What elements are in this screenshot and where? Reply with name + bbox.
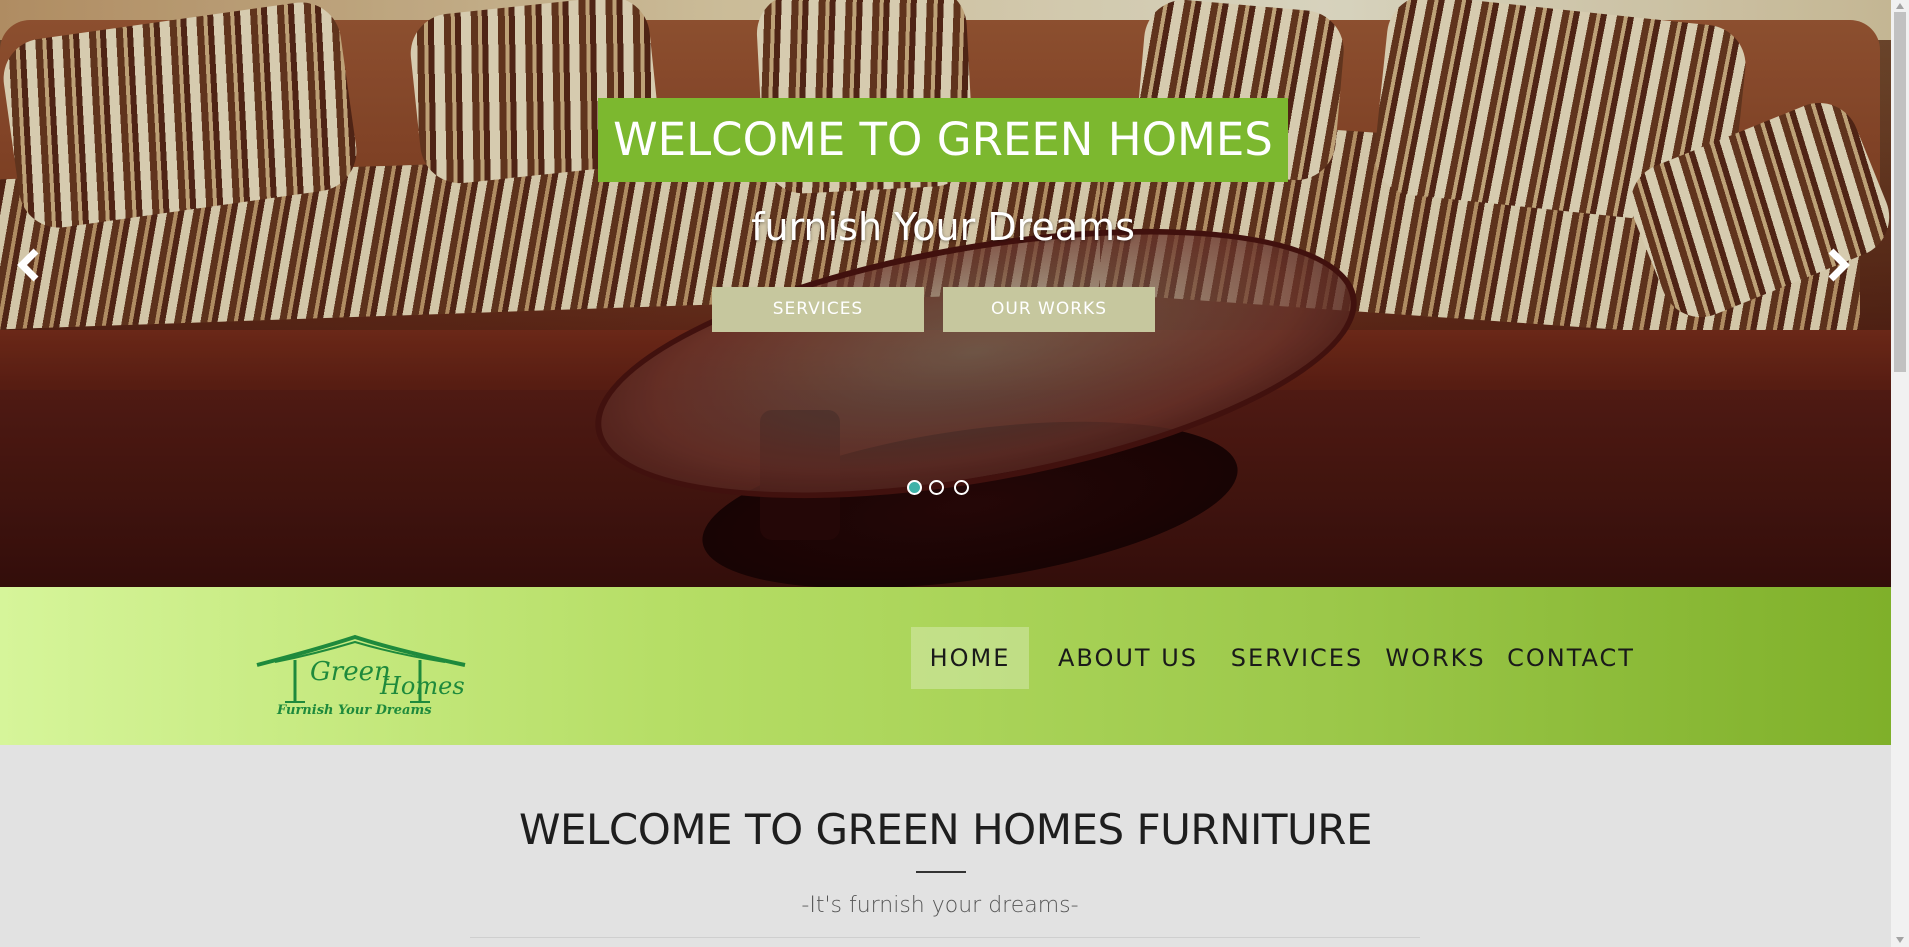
house-roof-icon: Green Homes Furnish Your Dreams — [256, 634, 466, 718]
nav-item-home[interactable]: HOME — [911, 627, 1029, 689]
logo-text-homes: Homes — [379, 672, 465, 700]
nav-item-about-us[interactable]: ABOUT US — [1037, 627, 1219, 689]
chevron-right-icon — [1828, 248, 1850, 282]
carousel-dot-2[interactable] — [929, 480, 944, 495]
section-divider — [470, 937, 1420, 938]
welcome-section: WELCOME TO GREEN HOMES FURNITURE -It's f… — [0, 745, 1891, 947]
welcome-heading: WELCOME TO GREEN HOMES FURNITURE — [518, 805, 1373, 854]
scrollbar-thumb[interactable] — [1894, 12, 1906, 372]
nav-item-contact[interactable]: CONTACT — [1495, 627, 1647, 689]
hero-subtitle: furnish Your Dreams — [751, 205, 1135, 249]
carousel-indicators — [905, 480, 1005, 498]
our-works-button[interactable]: OUR WORKS — [943, 287, 1155, 332]
nav-item-works[interactable]: WORKS — [1377, 627, 1494, 689]
carousel-dot-1[interactable] — [907, 480, 922, 495]
chevron-left-icon — [17, 248, 39, 282]
green-homes-logo[interactable]: Green Homes Furnish Your Dreams — [255, 632, 505, 722]
welcome-tagline: -It's furnish your dreams- — [801, 893, 1079, 918]
logo-text-green: Green — [310, 657, 391, 687]
page: WELCOME TO GREEN HOMES furnish Your Drea… — [0, 0, 1891, 947]
carousel-next-button[interactable] — [1817, 245, 1857, 285]
nav-item-services[interactable]: SERVICES — [1218, 627, 1376, 689]
hero-carousel: WELCOME TO GREEN HOMES furnish Your Drea… — [0, 0, 1891, 587]
logo-tagline: Furnish Your Dreams — [276, 703, 432, 718]
scroll-up-arrow-icon[interactable] — [1895, 2, 1905, 10]
heading-divider — [916, 871, 966, 873]
carousel-prev-button[interactable] — [10, 245, 50, 285]
scroll-down-arrow-icon[interactable] — [1895, 936, 1905, 944]
page-scrollbar[interactable] — [1891, 0, 1909, 947]
services-button[interactable]: SERVICES — [712, 287, 924, 332]
carousel-dot-3[interactable] — [954, 480, 969, 495]
navbar: Green Homes Furnish Your Dreams HOME ABO… — [0, 587, 1891, 745]
hero-title: WELCOME TO GREEN HOMES — [598, 98, 1288, 182]
